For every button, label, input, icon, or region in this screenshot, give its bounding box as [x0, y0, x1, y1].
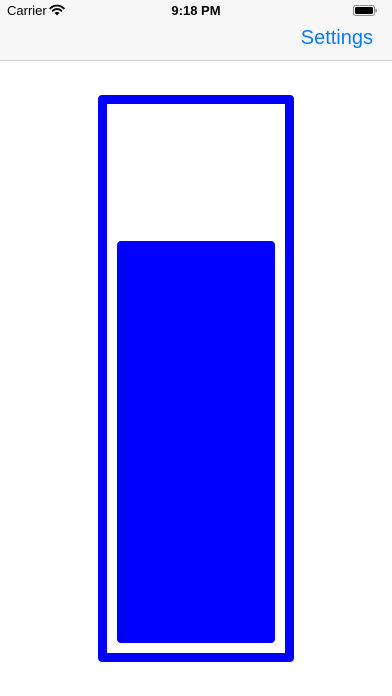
settings-button[interactable]: Settings: [301, 27, 373, 50]
gauge-track: [117, 241, 275, 643]
battery-full-icon: [353, 5, 377, 16]
navigation-bar: Settings: [0, 22, 392, 61]
clock: 9:18 PM: [171, 3, 221, 18]
status-bar: Carrier 9:18 PM: [0, 0, 392, 22]
level-gauge: [98, 95, 294, 662]
gauge-fill: [117, 241, 275, 643]
